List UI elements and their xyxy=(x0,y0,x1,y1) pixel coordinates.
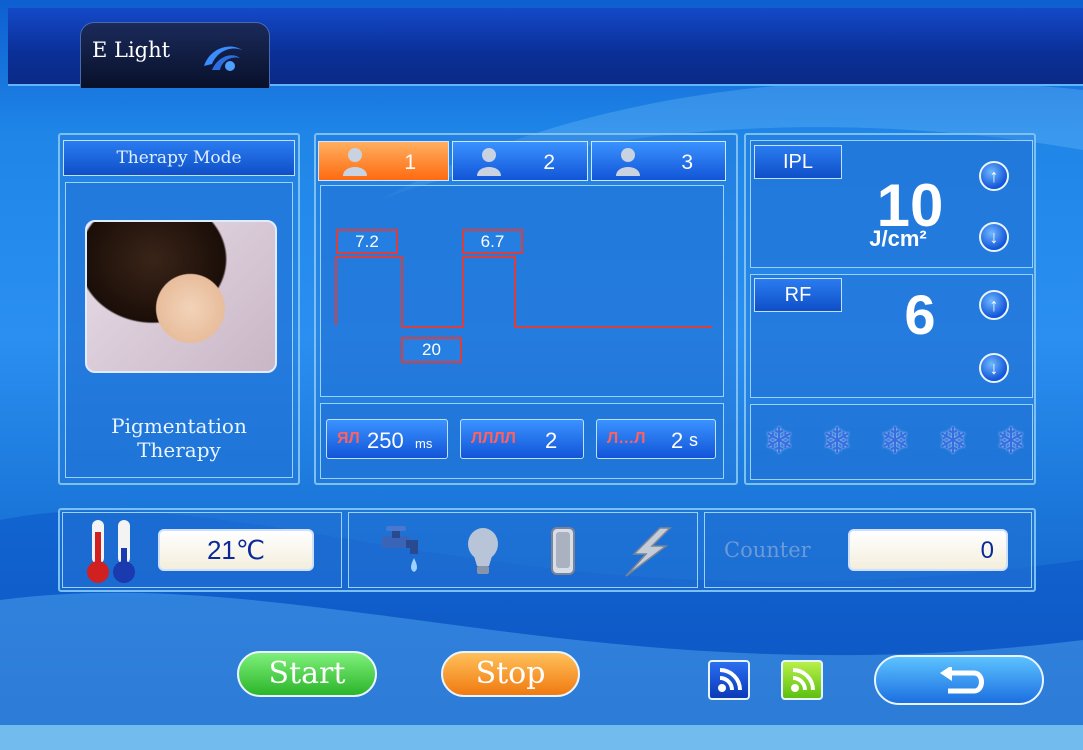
signal-icon xyxy=(791,668,815,692)
lightning-icon xyxy=(625,527,672,577)
device-screen: E Light Therapy Mode Pigmentation Therap… xyxy=(0,0,1083,750)
pulse-interval-button[interactable]: Л…Л 2 s xyxy=(596,419,716,459)
tab-user-3[interactable]: 3 xyxy=(591,141,726,181)
pulse-width-unit: ms xyxy=(415,436,433,451)
signal-button-2[interactable] xyxy=(781,660,823,700)
counter-display: 0 xyxy=(848,529,1008,571)
pulse-width-value: 250 xyxy=(367,428,404,453)
tab-user-2-label: 2 xyxy=(543,151,555,174)
arrow-up-icon: ↑ xyxy=(989,295,999,315)
signal-button-1[interactable] xyxy=(708,660,750,700)
therapy-name-line1: Pigmentation xyxy=(111,414,247,438)
user-icon xyxy=(616,148,640,176)
arrow-up-icon: ↑ xyxy=(989,166,999,186)
rf-up-button[interactable]: ↑ xyxy=(979,290,1009,320)
therapy-name-line2: Therapy xyxy=(137,438,221,462)
pulse-width-button[interactable]: ЯЛ 250 ms xyxy=(326,419,448,459)
snowflake-icon: ❄ xyxy=(995,420,1026,461)
snowflake-icon: ❄ xyxy=(821,420,853,461)
therapy-name: Pigmentation Therapy xyxy=(65,414,293,462)
snowflake-icon: ❄ xyxy=(879,420,911,461)
pulse2-energy[interactable]: 6.7 xyxy=(462,229,523,254)
rf-label[interactable]: RF xyxy=(754,278,842,312)
pulse1-energy[interactable]: 7.2 xyxy=(336,229,398,254)
user-icon xyxy=(343,148,367,176)
pulse-interval-unit: s xyxy=(689,430,698,450)
pulse-interval-icon: Л…Л xyxy=(607,430,646,447)
therapy-image[interactable] xyxy=(85,220,277,373)
back-arrow-icon xyxy=(940,667,984,694)
pulse-width-icon: ЯЛ xyxy=(337,430,360,447)
temperature-display: 21℃ xyxy=(158,529,314,571)
snowflake-icon: ❄ xyxy=(764,420,795,461)
counter-value: 0 xyxy=(980,537,994,564)
start-button[interactable]: Start xyxy=(237,651,377,697)
arrow-down-icon: ↓ xyxy=(989,358,999,378)
tab-user-1[interactable]: 1 xyxy=(318,141,449,181)
pulse-interval-value: 2 xyxy=(671,428,684,453)
pulse-train-icon: ЛЛЛЛ xyxy=(471,430,516,447)
snowflake-icon: ❄ xyxy=(937,420,969,461)
tab-user-3-label: 3 xyxy=(681,151,693,174)
lamp-icon xyxy=(468,528,498,574)
user-icon xyxy=(477,148,501,176)
pulse-count-value: 2 xyxy=(545,428,558,453)
tank-icon xyxy=(551,527,575,575)
rf-value: 6 xyxy=(904,283,936,346)
stop-button[interactable]: Stop xyxy=(441,651,580,697)
cooling-level[interactable]: ❄ ❄ ❄ ❄ ❄ xyxy=(764,420,1026,462)
signal-icon xyxy=(718,668,742,692)
arrow-down-icon: ↓ xyxy=(989,227,999,247)
thermometer-icon xyxy=(87,520,135,583)
pulse-count-button[interactable]: ЛЛЛЛ 2 xyxy=(460,419,584,459)
back-button[interactable] xyxy=(874,655,1044,705)
ipl-up-button[interactable]: ↑ xyxy=(979,161,1009,191)
ipl-unit: J/cm² xyxy=(869,226,927,251)
pulse-waveform xyxy=(335,256,712,328)
tab-user-1-label: 1 xyxy=(404,151,416,174)
logo-swirl-icon xyxy=(204,46,242,71)
rf-down-button[interactable]: ↓ xyxy=(979,353,1009,383)
pulse-delay[interactable]: 20 xyxy=(401,337,462,363)
therapy-mode-header[interactable]: Therapy Mode xyxy=(63,140,295,176)
water-tap-icon xyxy=(382,526,418,572)
tab-user-2[interactable]: 2 xyxy=(452,141,588,181)
window-title: E Light xyxy=(92,38,171,62)
counter-label: Counter xyxy=(724,538,811,562)
ipl-down-button[interactable]: ↓ xyxy=(979,222,1009,252)
ipl-label[interactable]: IPL xyxy=(754,145,842,179)
